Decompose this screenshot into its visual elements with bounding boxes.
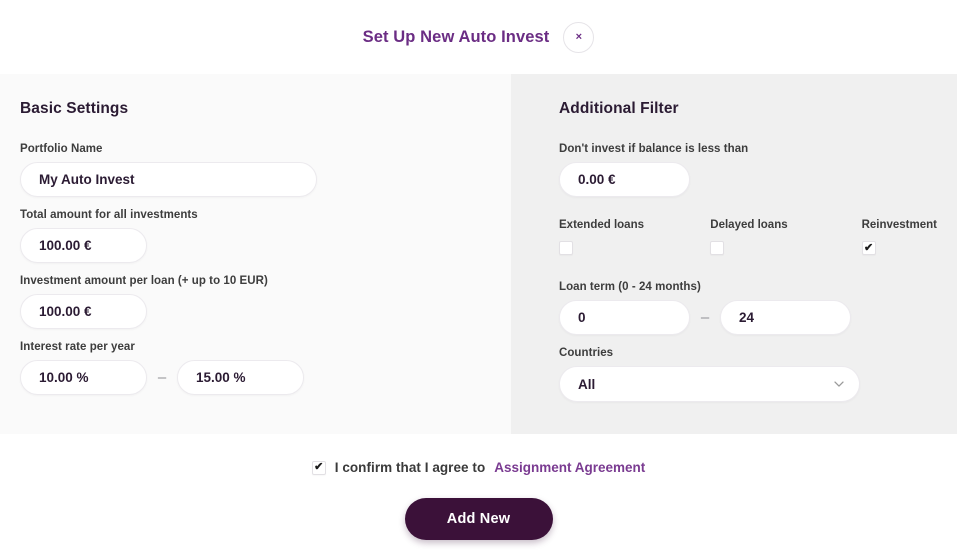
loan-term-field: Loan term (0 - 24 months) 0 – 24 [559,281,937,335]
extended-loans-column: Extended loans ✔ [559,219,710,255]
check-icon: ✔ [863,241,874,254]
delayed-loans-checkbox[interactable]: ✔ [710,241,725,255]
interest-rate-label: Interest rate per year [20,341,135,353]
extended-loans-label: Extended loans [559,219,644,231]
reinvestment-column: Reinvestment ✔ [861,219,937,255]
basic-settings-heading: Basic Settings [20,100,129,117]
check-icon: ✔ [314,461,324,473]
chevron-down-icon [834,379,844,388]
reinvestment-checkbox[interactable]: ✔ [861,241,876,255]
interest-rate-range: 10.00 % – 15.00 % [20,360,491,395]
loan-term-range: 0 – 24 [559,300,937,335]
delayed-loans-column: Delayed loans ✔ [710,219,861,255]
reinvestment-label: Reinvestment [861,219,937,231]
range-separator: – [157,369,167,386]
loan-term-min-input[interactable]: 0 [559,300,690,335]
loan-term-label: Loan term (0 - 24 months) [559,281,701,293]
min-balance-input[interactable]: 0.00 € [559,162,690,197]
modal-header: Set Up New Auto Invest × [0,0,957,74]
min-balance-field: Don't invest if balance is less than 0.0… [559,143,937,197]
agreement-row: ✔ I confirm that I agree to Assignment A… [0,460,957,475]
countries-label: Countries [559,347,614,359]
total-amount-input[interactable]: 100.00 € [20,228,147,263]
filter-checkbox-row: Extended loans ✔ Delayed loans ✔ Reinves… [559,219,937,255]
total-amount-label: Total amount for all investments [20,209,198,221]
additional-filter-heading: Additional Filter [559,100,679,117]
range-separator: – [700,309,710,326]
amount-per-loan-field: Investment amount per loan (+ up to 10 E… [20,275,491,329]
submit-row: Add New [0,498,957,540]
basic-settings-panel: Basic Settings Portfolio Name My Auto In… [0,74,511,434]
add-new-button[interactable]: Add New [404,498,553,540]
countries-select[interactable]: All [559,366,860,402]
auto-invest-modal: Set Up New Auto Invest × Basic Settings … [0,0,957,555]
agreement-text: I confirm that I agree to [334,460,486,475]
interest-rate-min-input[interactable]: 10.00 % [20,360,147,395]
amount-per-loan-label: Investment amount per loan (+ up to 10 E… [20,275,268,287]
interest-rate-max-input[interactable]: 15.00 % [177,360,304,395]
close-icon: × [575,30,583,43]
interest-rate-field: Interest rate per year 10.00 % – 15.00 % [20,341,491,395]
close-button[interactable]: × [563,21,595,53]
portfolio-name-label: Portfolio Name [20,143,103,155]
countries-selected-value: All [578,376,596,392]
delayed-loans-label: Delayed loans [710,219,788,231]
agreement-checkbox[interactable]: ✔ [311,460,326,475]
extended-loans-checkbox[interactable]: ✔ [559,241,573,255]
settings-panels: Basic Settings Portfolio Name My Auto In… [0,74,957,434]
total-amount-field: Total amount for all investments 100.00 … [20,209,491,263]
portfolio-name-field: Portfolio Name My Auto Invest [20,143,491,197]
portfolio-name-input[interactable]: My Auto Invest [20,162,317,197]
min-balance-label: Don't invest if balance is less than [559,143,749,155]
countries-field: Countries All [559,347,937,402]
assignment-agreement-link[interactable]: Assignment Agreement [494,460,645,475]
modal-footer: ✔ I confirm that I agree to Assignment A… [0,434,957,555]
additional-filter-panel: Additional Filter Don't invest if balanc… [511,74,957,434]
loan-term-max-input[interactable]: 24 [720,300,851,335]
amount-per-loan-input[interactable]: 100.00 € [20,294,147,329]
page-title: Set Up New Auto Invest [362,27,550,46]
